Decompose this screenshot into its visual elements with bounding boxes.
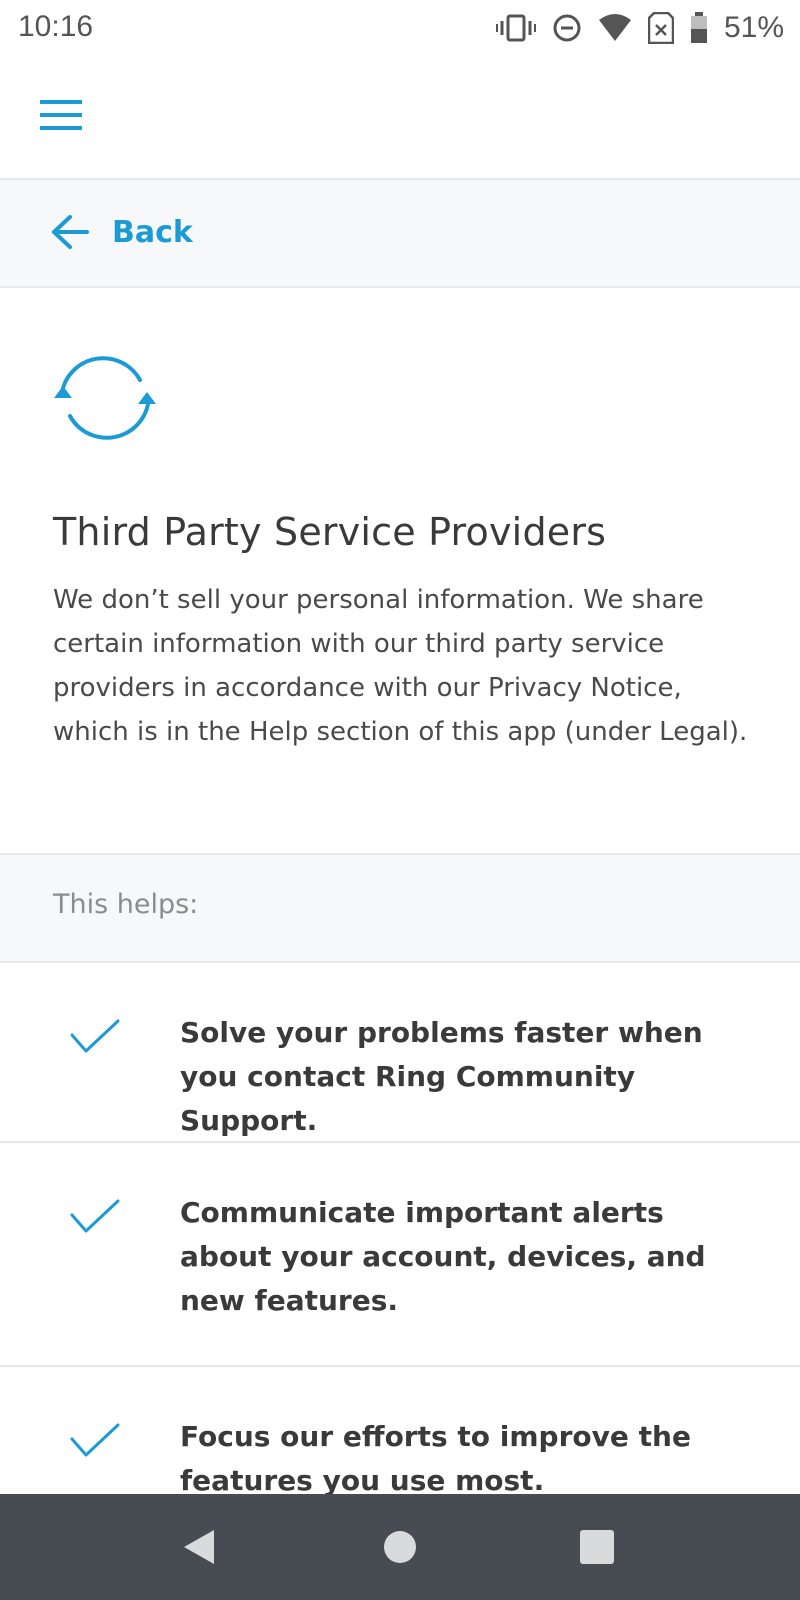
back-bar: Back (0, 180, 800, 288)
list-item-text: Focus our efforts to improve the feature… (180, 1420, 691, 1497)
helps-label: This helps: (53, 889, 199, 920)
recents-square-icon[interactable] (572, 1522, 622, 1572)
sync-icon (54, 356, 156, 440)
system-nav-bar (0, 1494, 800, 1600)
status-time: 10:16 (18, 10, 94, 43)
vibrate-icon (495, 14, 536, 42)
do-not-disturb-icon (553, 14, 581, 42)
home-circle-icon[interactable] (375, 1522, 425, 1572)
page-title: Third Party Service Providers (53, 510, 607, 554)
helps-header: This helps: (0, 855, 800, 963)
battery-percentage: 51% (723, 11, 784, 44)
back-label: Back (112, 214, 193, 250)
intro-description: We don’t sell your personal information.… (53, 585, 748, 747)
app-bar (0, 56, 800, 180)
status-icons: 51% (495, 8, 784, 48)
list-item-text: Communicate important alerts about your … (180, 1196, 706, 1317)
battery-icon (690, 12, 707, 43)
hamburger-menu-icon[interactable] (40, 98, 84, 134)
list-item-text: Solve your problems faster when you cont… (180, 1016, 703, 1137)
no-sim-icon (647, 12, 674, 44)
wifi-icon (598, 14, 631, 41)
list-item: Solve your problems faster when you cont… (0, 963, 800, 1143)
benefit-list: Solve your problems faster when you cont… (0, 963, 800, 1569)
checkmark-icon (70, 1019, 120, 1053)
back-triangle-icon[interactable] (176, 1522, 226, 1572)
checkmark-icon (70, 1423, 120, 1457)
arrow-left-icon (52, 215, 89, 249)
checkmark-icon (70, 1199, 120, 1233)
back-button[interactable]: Back (50, 204, 193, 260)
intro-section: Third Party Service Providers We don’t s… (0, 288, 800, 855)
list-item: Communicate important alerts about your … (0, 1143, 800, 1367)
status-bar: 10:16 51% (0, 0, 800, 56)
